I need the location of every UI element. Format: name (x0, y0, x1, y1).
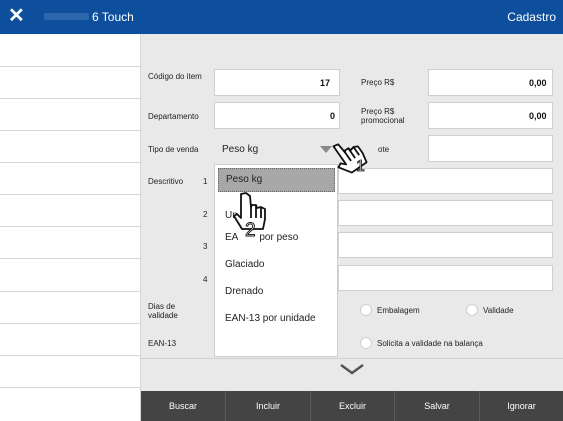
preco-value: 0,00 (529, 78, 547, 88)
descritivo-label: Descritivo (148, 177, 184, 186)
list-item[interactable] (0, 323, 140, 356)
step-number-1: 1 (356, 158, 366, 174)
divider (141, 358, 563, 359)
list-item[interactable] (0, 162, 140, 195)
action-bar: Buscar Incluir Excluir Salvar Ignorar (141, 391, 563, 421)
title-bar: ✕ 6 Touch Cadastro (0, 0, 563, 34)
embalagem-radio[interactable] (360, 304, 372, 316)
dias-validade-label: Dias de validade (148, 302, 178, 320)
departamento-value: 0 (330, 111, 336, 121)
chevron-down-icon[interactable] (339, 362, 365, 376)
list-item[interactable] (0, 226, 140, 259)
app-title: 6 Touch (92, 10, 134, 24)
list-item[interactable] (0, 34, 140, 67)
codigo-value: 17 (320, 78, 331, 88)
descritivo-field-2[interactable] (338, 200, 553, 226)
item-list (0, 34, 141, 421)
solicita-label: Solicita a validade na balança (377, 339, 483, 348)
dropdown-option-ean-unidade[interactable]: EAN-13 por unidade (215, 306, 337, 332)
preco-label: Preço R$ (361, 78, 395, 87)
list-item[interactable] (0, 130, 140, 163)
lote-field[interactable] (428, 135, 553, 162)
descritivo-field-4[interactable] (338, 265, 553, 291)
salvar-button[interactable]: Salvar (394, 391, 479, 421)
departamento-label: Departamento (148, 112, 199, 121)
desc-index-1: 1 (203, 177, 208, 186)
codigo-label: Código do item (148, 72, 202, 81)
excluir-button[interactable]: Excluir (310, 391, 394, 421)
embalagem-label: Embalagem (377, 306, 420, 315)
dropdown-option-glaciado[interactable]: Glaciado (215, 252, 337, 278)
list-item[interactable] (0, 355, 140, 388)
svg-text:2: 2 (245, 220, 256, 240)
incluir-button[interactable]: Incluir (225, 391, 310, 421)
descritivo-field-3[interactable] (338, 232, 553, 258)
preco-promo-label: Preço R$ promocional (361, 107, 405, 125)
svg-text:1: 1 (356, 158, 365, 174)
desc-index-2: 2 (203, 210, 208, 219)
ignorar-button[interactable]: Ignorar (479, 391, 563, 421)
departamento-field[interactable] (214, 102, 340, 129)
list-item[interactable] (0, 194, 140, 227)
close-icon[interactable]: ✕ (8, 6, 25, 26)
preco-promo-value: 0,00 (529, 111, 547, 121)
solicita-radio[interactable] (360, 337, 372, 349)
list-item[interactable] (0, 66, 140, 99)
ean-label: EAN-13 (148, 339, 177, 348)
buscar-button[interactable]: Buscar (141, 391, 225, 421)
desc-index-4: 4 (203, 275, 208, 284)
dropdown-option-drenado[interactable]: Drenado (215, 279, 337, 305)
blurred-logo (44, 13, 89, 20)
hand-pointer-icon (332, 143, 368, 174)
cadastro-label[interactable]: Cadastro (507, 10, 556, 24)
step-number-2: 2 (245, 220, 256, 240)
desc-index-3: 3 (203, 242, 208, 251)
validade-radio[interactable] (466, 304, 478, 316)
list-item[interactable] (0, 291, 140, 324)
dropdown-option-peso-kg[interactable]: Peso kg (218, 168, 335, 192)
list-item[interactable] (0, 98, 140, 131)
tipo-venda-select[interactable]: Peso kg (222, 144, 258, 155)
validade-label: Validade (483, 306, 514, 315)
tipo-venda-label: Tipo de venda (148, 145, 199, 154)
list-item[interactable] (0, 258, 140, 292)
